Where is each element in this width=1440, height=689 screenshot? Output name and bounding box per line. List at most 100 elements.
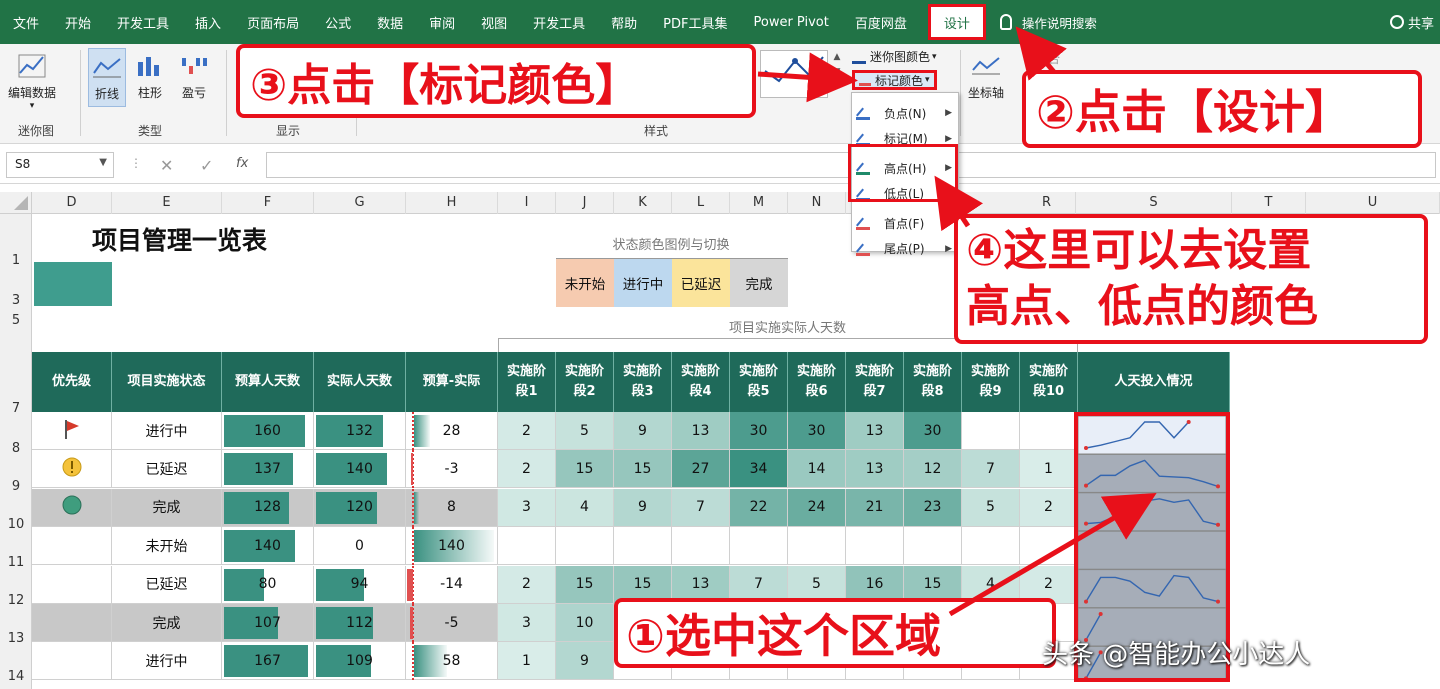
column-header-13[interactable]: S	[1076, 192, 1232, 214]
priority-cell[interactable]	[32, 565, 112, 604]
row-header-2[interactable]: 5	[0, 314, 32, 328]
stage-cell[interactable]: 2	[1020, 488, 1078, 527]
stage-cell[interactable]: 2	[498, 565, 556, 604]
menu-item-4[interactable]: 首点(F) ▶	[856, 211, 956, 235]
status-cell[interactable]: 未开始	[112, 527, 222, 566]
stage-cell[interactable]: 30	[904, 412, 962, 450]
tab-3[interactable]: 插入	[182, 0, 234, 44]
sparkline-color-button[interactable]: 迷你图颜色 ▾	[852, 48, 937, 65]
actual-cell[interactable]: 94	[314, 565, 406, 604]
stage-cell[interactable]: 23	[904, 488, 962, 527]
name-box[interactable]: S8 ▼	[6, 152, 114, 178]
column-header-4[interactable]: H	[406, 192, 498, 214]
tab-8[interactable]: 视图	[468, 0, 520, 44]
tab-2[interactable]: 开发工具	[104, 0, 182, 44]
tab-5[interactable]: 公式	[312, 0, 364, 44]
stage-cell[interactable]: 7	[672, 488, 730, 527]
tab-7[interactable]: 审阅	[416, 0, 468, 44]
cancel-icon[interactable]: ✕	[160, 156, 173, 175]
row-header-4[interactable]: 8	[0, 418, 32, 456]
stage-cell[interactable]: 15	[556, 565, 614, 604]
actual-cell[interactable]: 109	[314, 642, 406, 681]
status-cell[interactable]: 完成	[112, 604, 222, 642]
stage-cell[interactable]: 24	[788, 488, 846, 527]
menu-item-0[interactable]: 负点(N) ▶	[856, 101, 956, 125]
sparkline-row[interactable]	[1077, 453, 1227, 493]
row-header-9[interactable]: 13	[0, 608, 32, 646]
actual-cell[interactable]: 120	[314, 488, 406, 527]
stage-cell[interactable]: 30	[730, 412, 788, 450]
actual-cell[interactable]: 140	[314, 450, 406, 489]
diff-cell[interactable]: -3	[406, 450, 498, 489]
stage-cell[interactable]	[556, 527, 614, 566]
stage-cell[interactable]: 15	[556, 450, 614, 489]
stage-cell[interactable]: 27	[672, 450, 730, 489]
budget-cell[interactable]: 167	[222, 642, 314, 681]
column-header-5[interactable]: I	[498, 192, 556, 214]
diff-cell[interactable]: -14	[406, 565, 498, 604]
legend-item-1[interactable]: 进行中	[614, 259, 672, 307]
priority-cell[interactable]	[32, 527, 112, 566]
column-header-8[interactable]: L	[672, 192, 730, 214]
row-header-1[interactable]: 3	[0, 264, 32, 308]
budget-cell[interactable]: 128	[222, 488, 314, 527]
edit-data-button[interactable]: 编辑数据 ▾	[8, 52, 56, 111]
marker-color-button[interactable]: 标记颜色 ▾	[852, 70, 937, 90]
row-header-0[interactable]: 1	[0, 218, 32, 268]
style-gallery-item[interactable]	[760, 50, 828, 98]
budget-cell[interactable]: 140	[222, 527, 314, 566]
row-header-6[interactable]: 10	[0, 494, 32, 532]
diff-cell[interactable]: 8	[406, 488, 498, 527]
stage-cell[interactable]: 13	[846, 412, 904, 450]
stage-cell[interactable]: 1	[1020, 450, 1078, 489]
stage-cell[interactable]: 21	[846, 488, 904, 527]
status-cell[interactable]: 完成	[112, 488, 222, 527]
stage-cell[interactable]: 4	[556, 488, 614, 527]
stage-cell[interactable]	[614, 527, 672, 566]
status-cell[interactable]: 进行中	[112, 642, 222, 681]
row-header-3[interactable]: 7	[0, 352, 32, 416]
stage-cell[interactable]: 9	[556, 642, 614, 681]
stage-cell[interactable]: 9	[614, 412, 672, 450]
tab-4[interactable]: 页面布局	[234, 0, 312, 44]
priority-cell[interactable]	[32, 642, 112, 681]
stage-cell[interactable]: 9	[614, 488, 672, 527]
column-header-10[interactable]: N	[788, 192, 846, 214]
priority-cell[interactable]	[32, 488, 112, 527]
stage-cell[interactable]: 13	[846, 450, 904, 489]
actual-cell[interactable]: 0	[314, 527, 406, 566]
enter-icon[interactable]: ✓	[200, 156, 213, 175]
stage-cell[interactable]: 1	[498, 642, 556, 681]
tab-9[interactable]: 开发工具	[520, 0, 598, 44]
diff-cell[interactable]: -5	[406, 604, 498, 642]
tab-12[interactable]: Power Pivot	[741, 0, 842, 44]
column-header-15[interactable]: U	[1306, 192, 1440, 214]
column-header-1[interactable]: E	[112, 192, 222, 214]
column-header-3[interactable]: G	[314, 192, 406, 214]
stage-cell[interactable]: 13	[672, 412, 730, 450]
line-type-button[interactable]: 折线	[88, 48, 126, 107]
share-button[interactable]: 共享	[1389, 0, 1434, 44]
diff-cell[interactable]: 58	[406, 642, 498, 681]
tab-1[interactable]: 开始	[52, 0, 104, 44]
stage-cell[interactable]	[1020, 412, 1078, 450]
winloss-type-button[interactable]: 盈亏	[178, 52, 210, 101]
stage-cell[interactable]: 34	[730, 450, 788, 489]
stage-cell[interactable]	[672, 527, 730, 566]
tab-10[interactable]: 帮助	[598, 0, 650, 44]
combine-label[interactable]: 组合	[1036, 50, 1060, 67]
row-header-8[interactable]: 12	[0, 570, 32, 608]
column-header-12[interactable]: R	[1018, 192, 1076, 214]
legend-item-3[interactable]: 完成	[730, 259, 788, 307]
column-header-6[interactable]: J	[556, 192, 614, 214]
stage-cell[interactable]	[962, 527, 1020, 566]
status-cell[interactable]: 已延迟	[112, 565, 222, 604]
stage-cell[interactable]: 7	[962, 450, 1020, 489]
menu-item-5[interactable]: 尾点(P) ▶	[856, 237, 956, 261]
tab-11[interactable]: PDF工具集	[650, 0, 740, 44]
budget-cell[interactable]: 107	[222, 604, 314, 642]
stage-cell[interactable]: 10	[556, 604, 614, 642]
status-color-cell[interactable]	[34, 262, 112, 306]
select-all-corner[interactable]	[0, 192, 32, 214]
sparkline-row[interactable]	[1077, 530, 1227, 570]
